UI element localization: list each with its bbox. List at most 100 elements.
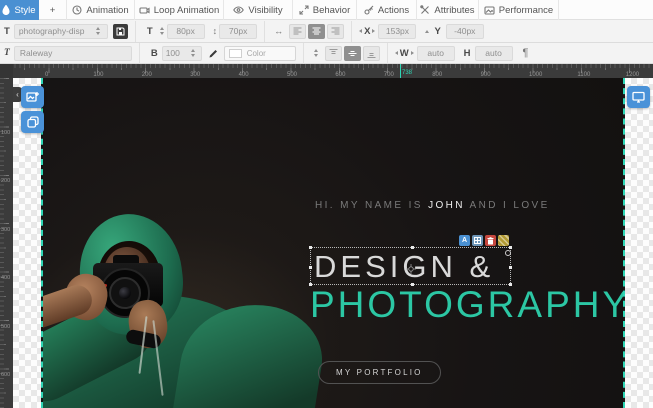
my-portfolio-button[interactable]: MY PORTFOLIO (318, 361, 441, 384)
font-label: T (4, 26, 10, 37)
align-left-button[interactable] (289, 24, 306, 39)
x-position-input[interactable]: 153px (378, 24, 416, 39)
style-drop-icon (2, 5, 10, 15)
panel-tab-bar: Style + Animation Loop Animation Visibil… (0, 0, 653, 20)
toolbar-divider (303, 43, 304, 64)
select-arrows-icon (96, 27, 100, 35)
horizontal-ruler[interactable]: 0100200300400500600700800900100011001200… (0, 64, 653, 78)
font-weight-label: B (151, 48, 158, 59)
duplicate-button[interactable] (21, 111, 44, 133)
width-label: W (400, 48, 409, 59)
heading-line1[interactable]: DESIGN & (314, 249, 494, 285)
height-value: auto (485, 48, 502, 58)
font-family-text: Raleway (20, 48, 53, 58)
slide-canvas[interactable]: HI. MY NAME IS JOHN AND I LOVE A DESIGN … (41, 78, 625, 408)
font-weight-input[interactable]: 100 (162, 46, 202, 61)
valign-bottom-button[interactable] (363, 46, 380, 61)
font-family-value: photography-disp (19, 26, 85, 36)
behavior-arrows-icon (299, 5, 309, 15)
grid-settings-button[interactable] (472, 235, 483, 246)
add-image-button[interactable] (21, 86, 44, 108)
tab-attributes[interactable]: Attributes (417, 0, 479, 20)
font-size-value: 80px (176, 26, 194, 36)
font-family-input[interactable]: Raleway (14, 46, 132, 61)
weight-arrows-icon (191, 49, 195, 57)
photographer-image[interactable] (43, 78, 343, 408)
align-center-button[interactable] (308, 24, 325, 39)
selection-handle[interactable] (309, 246, 312, 249)
color-swatch (229, 49, 242, 58)
edit-text-button[interactable]: A (459, 235, 470, 246)
tools-icon (420, 5, 430, 15)
duplicate-icon (27, 116, 39, 128)
trash-icon (487, 237, 494, 245)
font-family-select[interactable]: photography-disp (14, 24, 108, 39)
texture-style-button[interactable] (498, 235, 509, 246)
y-position-input[interactable]: -40px (446, 24, 484, 39)
clock-icon (72, 5, 82, 15)
floppy-icon (116, 27, 125, 36)
heading-line2[interactable]: PHOTOGRAPHY (310, 284, 625, 326)
tab-visibility[interactable]: Visibility (224, 0, 293, 20)
rotate-handle[interactable] (505, 250, 511, 256)
font-size-input[interactable]: 80px (167, 24, 205, 39)
key-icon (364, 5, 374, 15)
tab-performance[interactable]: Performance (479, 0, 559, 20)
tab-animation[interactable]: Animation (67, 0, 135, 20)
desktop-preview-button[interactable] (627, 86, 650, 108)
tagline-post: AND I LOVE (465, 200, 550, 211)
x-position-value: 153px (386, 26, 409, 36)
image-icon (484, 6, 495, 15)
tab-label: Loop Animation (154, 5, 220, 16)
text-color-picker[interactable]: Color (224, 46, 296, 61)
line-height-input[interactable]: 70px (219, 24, 257, 39)
ruler-position-marker: 738 (400, 64, 401, 78)
height-input[interactable]: auto (475, 46, 513, 61)
tagline-text[interactable]: HI. MY NAME IS JOHN AND I LOVE (315, 200, 550, 211)
selected-text-element[interactable]: DESIGN & (310, 247, 511, 285)
ruler-corner (0, 64, 13, 78)
x-position-spinner[interactable]: X (359, 26, 375, 37)
font-weight-value: 100 (166, 48, 180, 58)
element-mini-toolbar: A (459, 235, 509, 246)
tab-behavior[interactable]: Behavior (293, 0, 357, 20)
valign-middle-button[interactable] (344, 46, 361, 61)
monitor-icon (632, 91, 645, 103)
y-label: Y (434, 26, 440, 37)
width-value: auto (427, 48, 444, 58)
align-right-button[interactable] (327, 24, 344, 39)
paragraph-icon[interactable]: ¶ (523, 47, 529, 59)
vertical-align-arrows-icon (314, 49, 318, 57)
tab-bar-spacer (559, 0, 653, 19)
selection-handle[interactable] (509, 246, 512, 249)
tab-add[interactable]: + (39, 0, 67, 20)
letter-spacing-icon: ↔ (274, 26, 283, 36)
font-size-arrows-icon (160, 27, 164, 35)
tab-actions[interactable]: Actions (357, 0, 417, 20)
tab-loop-animation[interactable]: Loop Animation (135, 0, 224, 20)
height-label: H (464, 48, 471, 59)
font-size-label: T (147, 26, 153, 37)
line-height-value: 70px (229, 26, 247, 36)
tab-style[interactable]: Style (0, 0, 39, 20)
selection-handle[interactable] (309, 266, 312, 269)
save-font-button[interactable] (113, 24, 128, 39)
v-ruler-label: 600 (1, 372, 10, 378)
eyedropper-pen-icon[interactable] (208, 48, 219, 59)
loop-icon (139, 6, 150, 15)
photo-lens-glass (119, 287, 131, 299)
toolbar-divider (139, 43, 140, 64)
width-spinner[interactable]: W (395, 48, 414, 59)
vertical-ruler[interactable]: 100200300400500600 (0, 78, 13, 408)
canvas-workspace: HI. MY NAME IS JOHN AND I LOVE A DESIGN … (13, 78, 653, 408)
delete-element-button[interactable] (485, 235, 496, 246)
valign-top-button[interactable] (325, 46, 342, 61)
selection-handle[interactable] (509, 266, 512, 269)
selection-handle[interactable] (411, 246, 414, 249)
tab-label: Actions (378, 5, 409, 16)
add-image-icon (26, 91, 39, 103)
toolbar-divider (135, 21, 136, 42)
anchor-point-icon (406, 261, 416, 279)
eye-icon (233, 6, 244, 14)
width-input[interactable]: auto (417, 46, 455, 61)
